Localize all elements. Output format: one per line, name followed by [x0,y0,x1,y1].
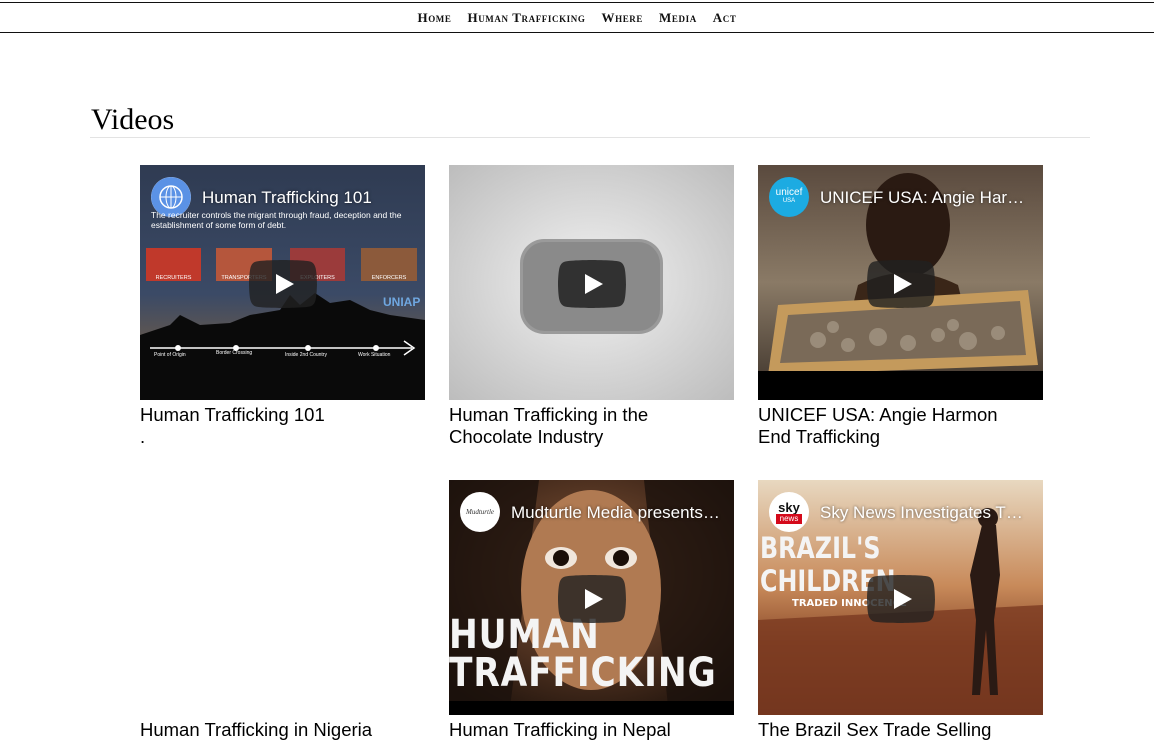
video-caption[interactable]: The Brazil Sex Trade Selling [758,719,1043,741]
video-embed[interactable] [449,165,734,400]
nav-media[interactable]: Media [659,10,697,26]
video-caption[interactable]: Human Trafficking in the Chocolate Indus… [449,404,734,448]
play-button-icon[interactable] [558,575,626,623]
video-embed[interactable]: BRAZIL'S CHILDREN TRADED INNOCENCE sky n… [758,480,1043,715]
nav-act[interactable]: Act [713,10,737,26]
video-embed[interactable]: HUMAN TRAFFICKING Mudturtle Mudturtle Me… [449,480,734,715]
timeline-label: Point of Origin [154,352,186,358]
nav-home[interactable]: Home [417,10,451,26]
page-title: Videos [91,103,175,136]
video-card: Human Trafficking in Nigeria [140,480,425,741]
video-overlay-title[interactable]: Human Trafficking 101 [202,187,412,209]
nav-human-trafficking[interactable]: Human Trafficking [468,10,586,26]
play-button-icon[interactable] [249,260,317,308]
video-card: Human Trafficking 101 The recruiter cont… [140,165,425,448]
nav-where[interactable]: Where [602,10,644,26]
unicef-logo-icon: unicef USA [769,177,809,217]
video-caption[interactable]: Human Trafficking 101 . [140,404,425,448]
mudturtle-logo-icon: Mudturtle [460,492,500,532]
play-button-icon[interactable] [867,575,935,623]
video-card: Human Trafficking in the Chocolate Indus… [449,165,734,448]
thumbnail-label: ENFORCERS [371,275,407,281]
timeline-label: Inside 2nd Country [285,352,327,358]
video-embed-empty[interactable] [140,480,425,715]
caption-line: UNICEF USA: Angie Harmon [758,404,998,425]
caption-line: . [140,426,146,447]
video-overlay-title[interactable]: Mudturtle Media presents: Human Traffick… [511,502,721,524]
video-embed[interactable]: unicef USA UNICEF USA: Angie Harmon End … [758,165,1043,400]
caption-line: End Trafficking [758,426,881,447]
nav-menu: Home Human Trafficking Where Media Act [0,3,1154,32]
caption-line: Chocolate Industry [449,426,604,447]
video-caption[interactable]: Human Trafficking in Nigeria [140,719,425,741]
caption-line: The Brazil Sex Trade Selling [758,719,992,740]
video-overlay-title[interactable]: UNICEF USA: Angie Harmon End Trafficking [820,187,1030,209]
title-divider [90,137,1090,138]
timeline-label: Border Crossing [216,350,253,356]
thumbnail-headline-line: BRAZIL'S [760,531,881,565]
video-caption[interactable]: Human Trafficking in Nepal [449,719,734,741]
video-card: unicef USA UNICEF USA: Angie Harmon End … [758,165,1043,448]
sky-news-logo-icon: sky news [769,492,809,532]
video-card: BRAZIL'S CHILDREN TRADED INNOCENCE sky n… [758,480,1043,741]
caption-line: Human Trafficking in Nepal [449,719,671,740]
caption-line: Human Trafficking in Nigeria [140,719,373,740]
video-overlay-title[interactable]: Sky News Investigates The Brazil Sex Tra… [820,502,1030,524]
channel-logo-text: Mudturtle [466,508,494,516]
video-card: HUMAN TRAFFICKING Mudturtle Mudturtle Me… [449,480,734,741]
play-button-icon[interactable] [558,260,626,308]
thumbnail-subtitle: The recruiter controls the migrant throu… [151,210,402,230]
thumbnail-headline-line: TRAFFICKING [449,650,717,696]
video-caption[interactable]: UNICEF USA: Angie Harmon End Trafficking [758,404,1043,448]
channel-logo-subtext: news [775,513,803,524]
caption-line: Human Trafficking in the [449,404,649,425]
thumbnail-headline: HUMAN TRAFFICKING [449,615,734,696]
play-button-icon[interactable] [867,260,935,308]
caption-line: Human Trafficking 101 [140,404,325,425]
timeline-label: Work Situation [358,352,391,358]
top-nav: Home Human Trafficking Where Media Act [0,2,1154,33]
channel-logo-text: unicef [775,187,803,198]
thumbnail-watermark: UNIAP [383,295,421,309]
channel-logo-text: sky [778,499,800,515]
video-embed[interactable]: Human Trafficking 101 The recruiter cont… [140,165,425,400]
thumbnail-label: RECRUITERS [155,275,192,281]
channel-logo-subtext: USA [782,198,796,204]
